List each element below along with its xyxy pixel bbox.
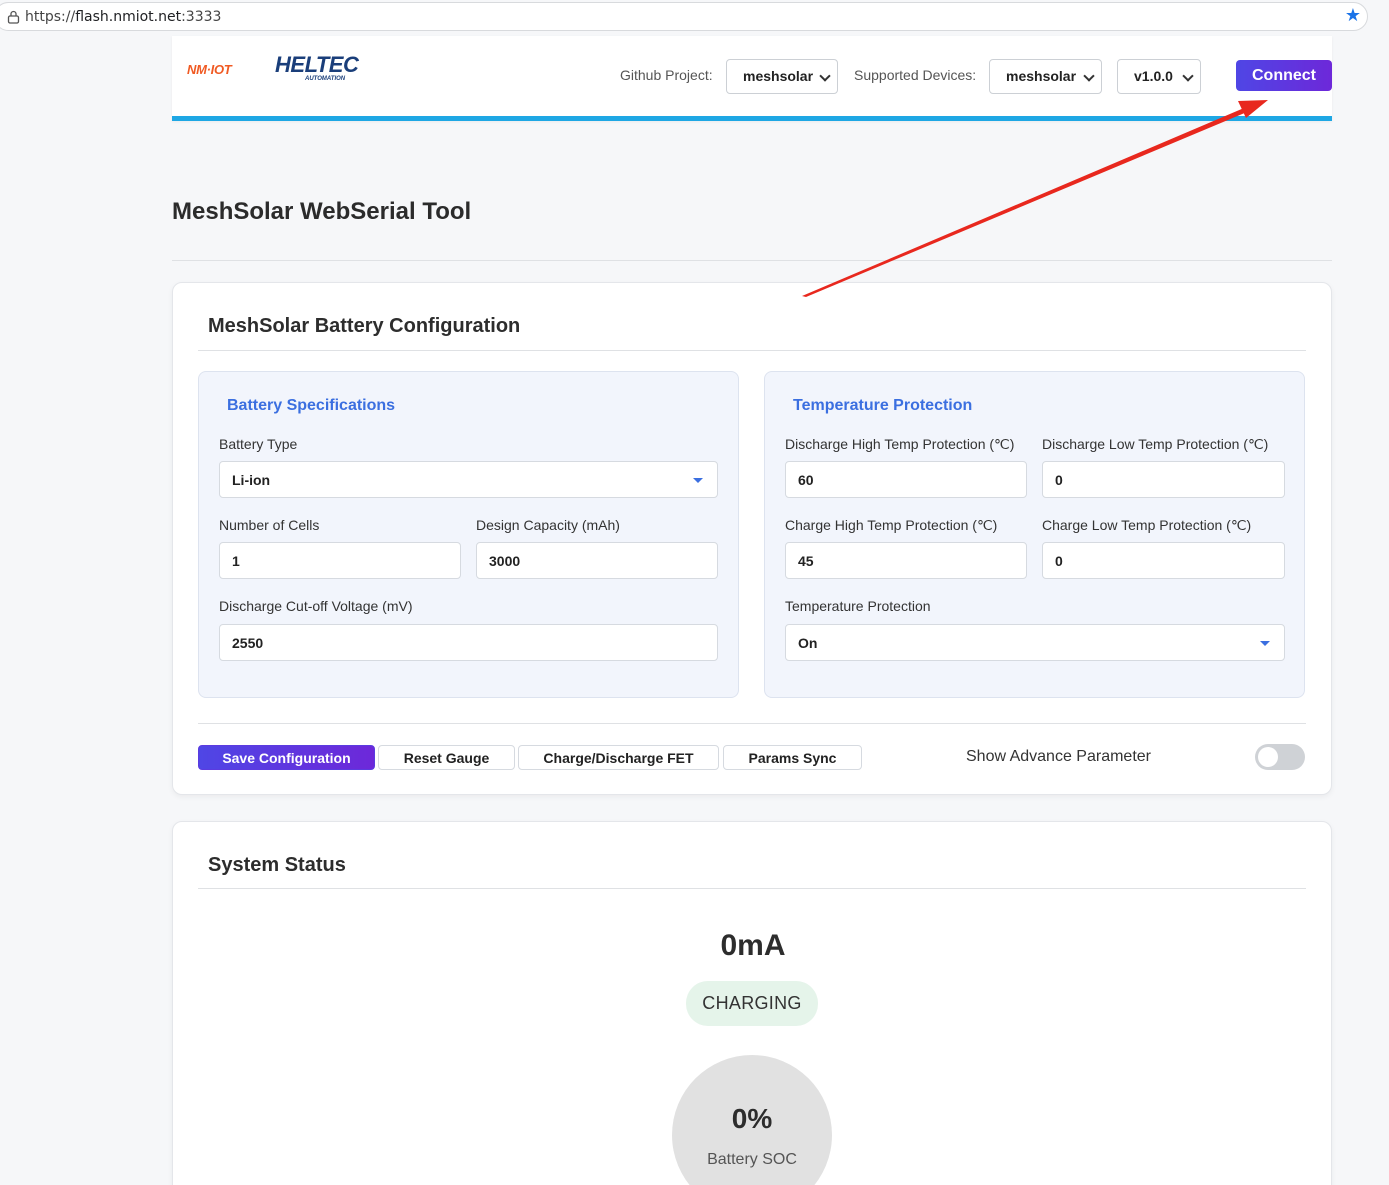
discharge-low-temp-input[interactable]: 0 [1042,461,1285,498]
params-sync-button[interactable]: Params Sync [723,745,862,770]
page-title: MeshSolar WebSerial Tool [172,198,472,225]
github-project-select[interactable]: meshsolar [726,59,838,94]
charge-low-temp-label: Charge Low Temp Protection (℃) [1042,517,1252,533]
divider [172,260,1332,261]
charge-state-badge: CHARGING [686,981,818,1026]
advance-parameter-toggle[interactable] [1255,744,1305,770]
battery-type-label: Battery Type [219,436,298,452]
soc-label: Battery SOC [707,1151,797,1168]
battery-type-select[interactable]: Li-ion [219,461,718,498]
charge-high-temp-label: Charge High Temp Protection (℃) [785,517,998,533]
discharge-low-temp-label: Discharge Low Temp Protection (℃) [1042,436,1269,452]
divider [198,888,1306,889]
card-title: MeshSolar Battery Configuration [208,315,521,337]
browser-url-bar: https://flash.nmiot.net:3333 ★ [0,0,1389,36]
app-header: NM·IOT HELTEC AUTOMATION Github Project:… [172,36,1332,121]
nmiot-logo: NM·IOT [187,62,232,77]
supported-devices-select[interactable]: meshsolar [989,59,1102,94]
soc-value: 0% [731,1103,773,1134]
site-info-icon[interactable] [7,10,20,24]
capacity-label: Design Capacity (mAh) [476,517,620,533]
temperature-protection-select[interactable]: On [785,624,1285,661]
cells-input[interactable]: 1 [219,542,461,579]
discharge-high-temp-input[interactable]: 60 [785,461,1027,498]
version-select[interactable]: v1.0.0 [1117,59,1201,94]
fet-button[interactable]: Charge/Discharge FET [518,745,719,770]
charge-low-temp-input[interactable]: 0 [1042,542,1285,579]
panel-title: Battery Specifications [227,397,396,414]
address-field[interactable]: https://flash.nmiot.net:3333 [0,2,1368,31]
caret-down-icon [1260,641,1270,646]
toggle-knob [1258,747,1278,767]
panel-title: Temperature Protection [793,397,973,414]
temperature-protection-panel: Temperature Protection Discharge High Te… [764,371,1305,698]
divider [198,723,1306,724]
cells-label: Number of Cells [219,517,320,533]
cutoff-voltage-input[interactable]: 2550 [219,624,718,661]
github-project-label: Github Project: [620,67,713,83]
reset-gauge-button[interactable]: Reset Gauge [378,745,515,770]
battery-soc-gauge: 0% Battery SOC [672,1055,832,1185]
battery-specifications-panel: Battery Specifications Battery Type Li-i… [198,371,739,698]
connect-button[interactable]: Connect [1236,60,1332,91]
bookmark-star-icon[interactable]: ★ [1345,6,1361,24]
chevron-down-icon [819,70,831,82]
discharge-high-temp-label: Discharge High Temp Protection (℃) [785,436,1015,452]
charge-high-temp-input[interactable]: 45 [785,542,1027,579]
heltec-logo: HELTEC AUTOMATION [275,52,359,82]
caret-down-icon [693,478,703,483]
chevron-down-icon [1182,70,1194,82]
save-configuration-button[interactable]: Save Configuration [198,745,375,770]
url-text: https://flash.nmiot.net:3333 [25,9,222,25]
system-status-card: System Status 0mA CHARGING 0% Battery SO… [172,821,1332,1185]
capacity-input[interactable]: 3000 [476,542,718,579]
current-value: 0mA [720,929,786,962]
advance-parameter-label: Show Advance Parameter [966,748,1151,765]
chevron-down-icon [1083,70,1095,82]
divider [198,350,1306,351]
temperature-protection-label: Temperature Protection [785,598,931,614]
supported-devices-label: Supported Devices: [854,67,977,83]
card-title: System Status [208,854,346,876]
cutoff-voltage-label: Discharge Cut-off Voltage (mV) [219,598,413,614]
battery-config-card: MeshSolar Battery Configuration Battery … [172,282,1332,795]
